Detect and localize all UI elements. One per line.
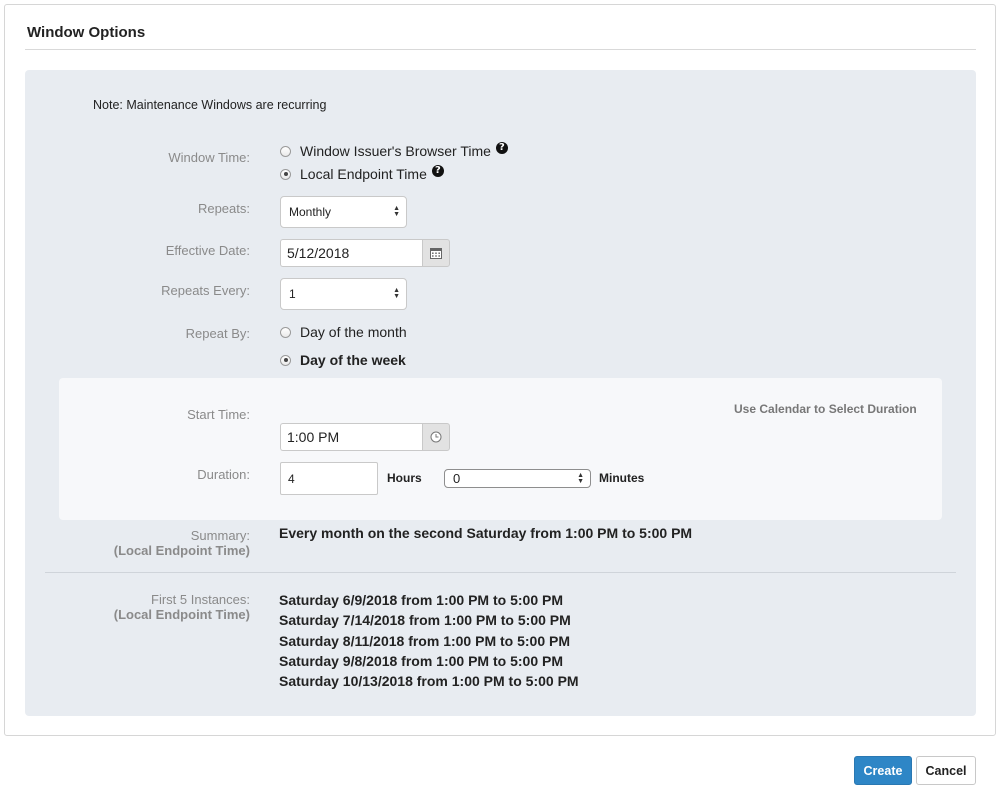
select-arrows-icon: ▲ ▼ [393, 287, 400, 300]
instances-label: First 5 Instances: [151, 592, 250, 607]
effective-date-input[interactable]: 5/12/2018 [280, 239, 422, 267]
create-button[interactable]: Create [854, 756, 912, 785]
radio-day-of-month[interactable]: Day of the month [280, 324, 407, 340]
radio-browser-time-label: Window Issuer's Browser Time [300, 143, 491, 159]
help-icon[interactable]: ? [495, 142, 508, 154]
repeats-label: Repeats: [197, 201, 250, 216]
duration-label: Duration: [197, 467, 250, 482]
summary-label: Summary: [190, 528, 250, 543]
radio-endpoint-time[interactable]: Local Endpoint Time ? [280, 165, 444, 182]
effective-date-label: Effective Date: [165, 243, 250, 258]
repeats-value: Monthly [289, 205, 332, 219]
duration-hours-input[interactable]: 4 [280, 462, 378, 495]
recurring-note: Note: Maintenance Windows are recurring [93, 98, 327, 112]
start-time-label: Start Time: [187, 407, 250, 422]
radio-browser-time[interactable]: Window Issuer's Browser Time ? [280, 142, 508, 159]
instance-item: Saturday 7/14/2018 from 1:00 PM to 5:00 … [279, 612, 571, 629]
window-options-panel: Window Options Note: Maintenance Windows… [4, 4, 996, 736]
instances-list: Saturday 6/9/2018 from 1:00 PM to 5:00 P… [279, 590, 579, 691]
select-arrows-icon: ▲ ▼ [393, 205, 400, 218]
calendar-icon[interactable] [422, 239, 450, 267]
instance-item: Saturday 10/13/2018 from 1:00 PM to 5:00… [279, 673, 579, 690]
radio-endpoint-time-label: Local Endpoint Time [300, 166, 427, 182]
duration-panel: Use Calendar to Select Duration Start Ti… [59, 378, 942, 520]
start-time-group: 1:00 PM [280, 423, 450, 451]
repeats-every-select[interactable]: 1 ▲ ▼ [280, 278, 407, 310]
effective-date-group: 5/12/2018 [280, 239, 450, 267]
radio-day-of-week-label: Day of the week [300, 352, 406, 368]
summary-text: Every month on the second Saturday from … [279, 525, 693, 541]
calendar-duration-link[interactable]: Use Calendar to Select Duration [734, 402, 917, 416]
repeats-every-value: 1 [289, 287, 296, 301]
select-arrows-icon: ▲ ▼ [577, 471, 584, 485]
radio-day-of-week[interactable]: Day of the week [280, 352, 406, 368]
summary-sublabel: (Local Endpoint Time) [113, 543, 250, 558]
radio-button[interactable] [280, 145, 291, 157]
minutes-unit-label: Minutes [599, 471, 645, 485]
instance-item: Saturday 8/11/2018 from 1:00 PM to 5:00 … [279, 632, 571, 649]
radio-button[interactable] [280, 326, 291, 338]
cancel-button[interactable]: Cancel [916, 756, 976, 785]
section-divider [45, 572, 956, 573]
instance-item: Saturday 9/8/2018 from 1:00 PM to 5:00 P… [279, 652, 563, 669]
repeats-every-label: Repeats Every: [161, 283, 250, 298]
duration-minutes-select[interactable]: 0 ▲ ▼ [444, 469, 591, 488]
start-time-input[interactable]: 1:00 PM [280, 423, 422, 451]
title-divider [25, 49, 976, 50]
hours-unit-label: Hours [387, 471, 422, 485]
help-icon[interactable]: ? [431, 165, 444, 177]
repeat-by-label: Repeat By: [185, 326, 250, 341]
repeats-select[interactable]: Monthly ▲ ▼ [280, 196, 407, 228]
window-time-label: Window Time: [168, 150, 250, 165]
radio-button-checked[interactable] [280, 354, 291, 366]
radio-button-checked[interactable] [280, 168, 291, 180]
instances-sublabel: (Local Endpoint Time) [113, 607, 250, 622]
clock-icon[interactable] [422, 423, 450, 451]
options-form: Note: Maintenance Windows are recurring … [25, 70, 976, 716]
radio-day-of-month-label: Day of the month [300, 324, 407, 340]
instance-item: Saturday 6/9/2018 from 1:00 PM to 5:00 P… [279, 592, 563, 608]
panel-title: Window Options [27, 24, 146, 41]
minutes-value: 0 [453, 471, 461, 486]
